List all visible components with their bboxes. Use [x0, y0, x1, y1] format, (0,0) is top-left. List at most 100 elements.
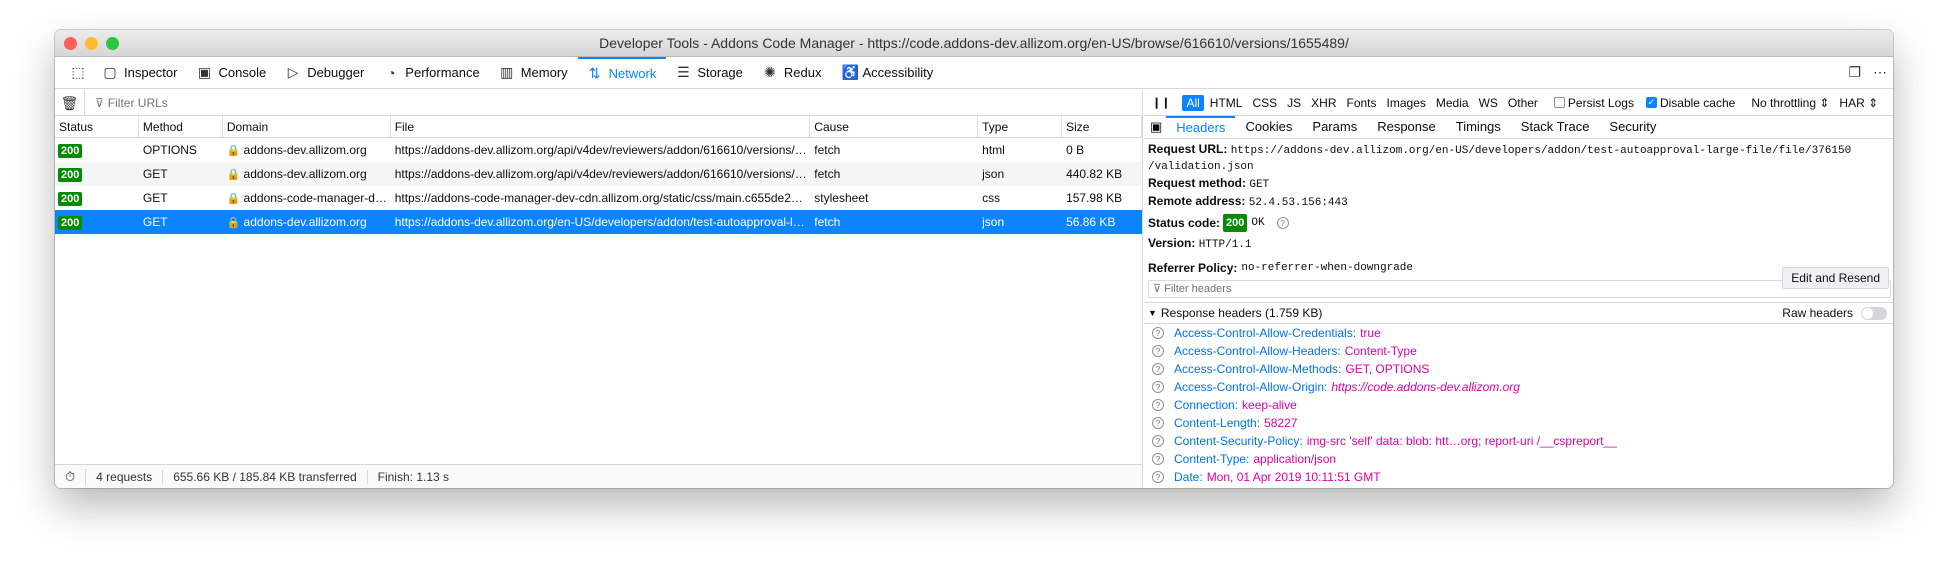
memory-icon: ▥ — [500, 64, 514, 80]
filter-media[interactable]: Media — [1432, 95, 1473, 111]
help-icon[interactable]: ? — [1152, 471, 1164, 483]
status-badge: 200 — [58, 215, 83, 230]
size-cell: 157.98 KB — [1066, 191, 1123, 205]
tab-redux[interactable]: ✺ Redux — [753, 57, 832, 88]
title-bar: Developer Tools - Addons Code Manager - … — [55, 30, 1893, 57]
pause-icon[interactable]: ❙❙ — [1152, 96, 1170, 109]
help-icon[interactable]: ? — [1152, 399, 1164, 411]
tab-inspector[interactable]: ▢ Inspector — [93, 57, 187, 88]
detail-tab-params[interactable]: Params — [1302, 116, 1367, 139]
edit-and-resend-button[interactable]: Edit and Resend — [1782, 267, 1889, 289]
table-row[interactable]: 200 OPTIONS 🔒 addons-dev.allizom.org https:/… — [55, 138, 1142, 162]
header-value: Content-Type — [1344, 344, 1417, 358]
maximize-window-button[interactable] — [106, 37, 119, 50]
filter-js[interactable]: JS — [1283, 95, 1305, 111]
filter-all[interactable]: All — [1182, 94, 1204, 111]
referrer-policy: no-referrer-when-downgrade — [1241, 262, 1414, 274]
tab-console[interactable]: ▣ Console — [187, 57, 276, 88]
filter-fonts[interactable]: Fonts — [1343, 95, 1381, 111]
tab-memory[interactable]: ▥ Memory — [490, 57, 578, 88]
column-header-domain[interactable]: Domain — [223, 116, 391, 137]
header-value: keep-alive — [1242, 398, 1297, 412]
response-header-row[interactable]: ? Access-Control-Allow-Methods: GET, OPTIO… — [1144, 360, 1893, 378]
file-cell: https://addons-dev.allizom.org/api/v4dev… — [394, 143, 811, 157]
help-icon[interactable]: ? — [1152, 381, 1164, 393]
type-cell: json — [982, 167, 1005, 181]
detail-tab-security[interactable]: Security — [1599, 116, 1666, 139]
filter-other[interactable]: Other — [1504, 95, 1542, 111]
tab-storage[interactable]: ☰ Storage — [666, 57, 753, 88]
help-icon[interactable]: ? — [1152, 435, 1164, 447]
request-table-body: 200 OPTIONS 🔒 addons-dev.allizom.org https:/… — [55, 138, 1142, 234]
response-header-row[interactable]: ? Content-Length: 58227 — [1144, 414, 1893, 432]
header-value: Mon, 01 Apr 2019 10:11:51 GMT — [1206, 470, 1381, 484]
throttling-select[interactable]: No throttling ⇕ — [1751, 96, 1829, 110]
column-header-method[interactable]: Method — [139, 116, 223, 137]
filter-html[interactable]: HTML — [1206, 95, 1247, 111]
element-picker-button[interactable]: ⬚ — [63, 57, 93, 88]
dock-icon[interactable]: ❐ — [1848, 64, 1861, 81]
detail-tab-cookies[interactable]: Cookies — [1235, 116, 1302, 139]
response-header-row[interactable]: ? Connection: keep-alive — [1144, 396, 1893, 414]
har-menu[interactable]: HAR ⇕ — [1839, 96, 1878, 110]
window-controls — [64, 37, 119, 50]
response-header-row[interactable]: ? Access-Control-Allow-Headers: Content-Ty… — [1144, 342, 1893, 360]
help-icon[interactable]: ? — [1152, 363, 1164, 375]
table-row[interactable]: 200 GET 🔒 addons-dev.allizom.org https://add… — [55, 210, 1142, 234]
table-row[interactable]: 200 GET 🔒 addons-code-manager-de… https://ad… — [55, 186, 1142, 210]
column-header-status[interactable]: Status — [55, 116, 139, 137]
request-details-panel: ❙❙ All HTML CSS JS XHR Fonts Images Media WS Othe… — [1144, 90, 1893, 488]
more-options-icon[interactable]: ⋯ — [1873, 64, 1887, 81]
persist-logs-checkbox[interactable]: Persist Logs — [1553, 96, 1634, 110]
column-header-file[interactable]: File — [391, 116, 811, 137]
lock-icon: 🔒 — [226, 169, 241, 181]
filter-css[interactable]: CSS — [1248, 95, 1281, 111]
response-header-row[interactable]: ? Content-Security-Policy: img-src 'self' … — [1144, 432, 1893, 450]
column-header-type[interactable]: Type — [978, 116, 1063, 137]
response-headers-section[interactable]: ▼ Response headers (1.759 KB) Raw header… — [1144, 302, 1893, 324]
detail-tab-timings[interactable]: Timings — [1446, 116, 1511, 139]
file-cell: https://addons-dev.allizom.org/api/v4dev… — [394, 167, 811, 181]
tab-accessibility[interactable]: ♿ Accessibility — [831, 57, 943, 88]
help-icon[interactable]: ? — [1152, 417, 1164, 429]
debugger-icon: ▷ — [287, 64, 299, 80]
help-icon[interactable]: ? — [1276, 217, 1289, 229]
filter-xhr[interactable]: XHR — [1307, 95, 1340, 111]
file-cell: https://addons-dev.allizom.org/en-US/dev… — [394, 215, 811, 229]
table-row[interactable]: 200 GET 🔒 addons-dev.allizom.org https://add… — [55, 162, 1142, 186]
size-cell: 440.82 KB — [1066, 167, 1123, 181]
minimize-window-button[interactable] — [85, 37, 98, 50]
raw-headers-toggle[interactable] — [1861, 307, 1887, 320]
status-badge: 200 — [58, 167, 83, 182]
help-icon[interactable]: ? — [1152, 453, 1164, 465]
disable-cache-checkbox[interactable]: ✓ Disable cache — [1645, 96, 1735, 110]
close-window-button[interactable] — [64, 37, 77, 50]
column-header-cause[interactable]: Cause — [810, 116, 979, 137]
tab-network[interactable]: ⇅ Network — [577, 57, 667, 88]
sidebar-toggle-icon[interactable]: ▣ — [1150, 119, 1162, 135]
filter-headers-input[interactable]: ⊽ Filter headers — [1148, 280, 1891, 298]
response-header-row[interactable]: ? Date: Mon, 01 Apr 2019 10:11:51 GMT — [1144, 468, 1893, 486]
response-header-row[interactable]: ? Content-Type: application/json — [1144, 450, 1893, 468]
file-cell: https://addons-code-manager-dev-cdn.alli… — [394, 191, 803, 205]
help-icon[interactable]: ? — [1152, 327, 1164, 339]
tab-performance[interactable]: ◔ Performance — [374, 57, 489, 88]
clear-trash-icon[interactable]: 🗑 — [55, 89, 85, 116]
column-header-size[interactable]: Size — [1062, 116, 1142, 137]
filter-ws[interactable]: WS — [1475, 95, 1502, 111]
detail-tab-headers[interactable]: Headers — [1166, 115, 1236, 139]
tab-debugger[interactable]: ▷ Debugger — [276, 57, 374, 88]
detail-tab-response[interactable]: Response — [1367, 116, 1446, 139]
response-header-row[interactable]: ?ETag:"fbd99ab8f7175a4a0ebc3229ba9f6999" — [1144, 486, 1893, 488]
header-name: Date: — [1174, 470, 1203, 484]
request-table-header: Status Method Domain File Cause Type Size — [55, 116, 1142, 138]
filter-images[interactable]: Images — [1383, 95, 1430, 111]
help-icon[interactable]: ? — [1152, 345, 1164, 357]
filter-urls-input[interactable]: ⊽ Filter URLs — [85, 96, 168, 110]
inspector-icon: ▢ — [103, 64, 117, 80]
size-cell: 56.86 KB — [1066, 215, 1116, 229]
method-cell: OPTIONS — [142, 143, 197, 157]
response-header-row[interactable]: ? Access-Control-Allow-Credentials: true — [1144, 324, 1893, 342]
response-header-row[interactable]: ? Access-Control-Allow-Origin: https://cod… — [1144, 378, 1893, 396]
detail-tab-stack-trace[interactable]: Stack Trace — [1511, 116, 1600, 139]
